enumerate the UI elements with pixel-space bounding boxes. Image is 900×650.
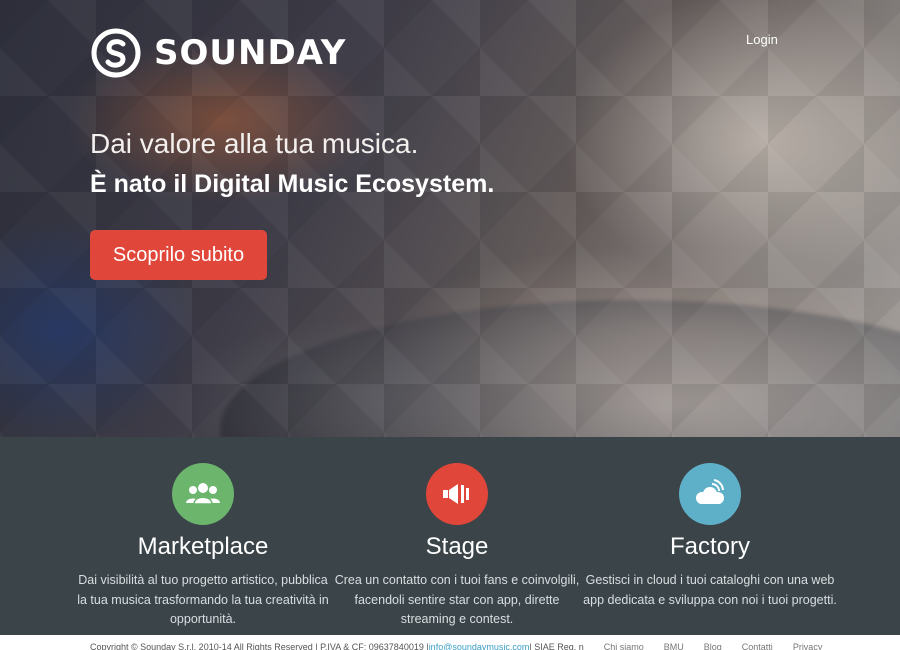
footer-link-bmu[interactable]: BMU [664,642,684,650]
feature-title: Marketplace [137,533,269,560]
feature-title: Factory [669,533,750,560]
copyright-text: Copyright © Sounday S.r.l. 2010-14 All R… [90,642,429,650]
feature-marketplace[interactable]: Marketplace Dai visibilità al tuo proget… [73,463,333,630]
login-link[interactable]: Login [746,32,778,47]
features-section: Marketplace Dai visibilità al tuo proget… [0,437,900,635]
footer-link-chi-siamo[interactable]: Chi siamo [604,642,644,650]
footer-link-blog[interactable]: Blog [704,642,722,650]
feature-title: Stage [425,533,489,560]
feature-stage[interactable]: Stage Crea un contatto con i tuoi fans e… [327,463,587,630]
brand-name: SOUNDAY [154,33,347,73]
contact-email-link[interactable]: info@soundaymusic.com [429,642,530,650]
feature-description: Gestisci in cloud i tuoi cataloghi con u… [583,573,837,607]
brand-logo[interactable]: SOUNDAY [90,27,346,79]
page-footer: Copyright © Sounday S.r.l. 2010-14 All R… [0,635,900,650]
siae-text: | SIAE Reg. n [529,642,584,650]
discover-button[interactable]: Scoprilo subito [90,230,267,280]
feature-factory[interactable]: Factory Gestisci in cloud i tuoi catalog… [580,463,840,610]
feature-description: Dai visibilità al tuo progetto artistico… [77,573,329,626]
footer-links: Chi siamo BMU Blog Contatti Privacy [584,642,823,650]
hero-subheadline: È nato il Digital Music Ecosystem. [90,170,495,198]
hero-banner: SOUNDAY Login Dai valore alla tua musica… [0,0,900,437]
hero-headline: Dai valore alla tua musica. [90,128,419,159]
footer-content: Copyright © Sounday S.r.l. 2010-14 All R… [90,642,822,650]
megaphone-icon [426,463,488,525]
cloud-icon [679,463,741,525]
feature-description: Crea un contatto con i tuoi fans e coinv… [334,573,580,626]
footer-link-privacy[interactable]: Privacy [793,642,823,650]
people-icon [172,463,234,525]
sounday-logo-icon [91,28,141,78]
footer-link-contatti[interactable]: Contatti [742,642,773,650]
